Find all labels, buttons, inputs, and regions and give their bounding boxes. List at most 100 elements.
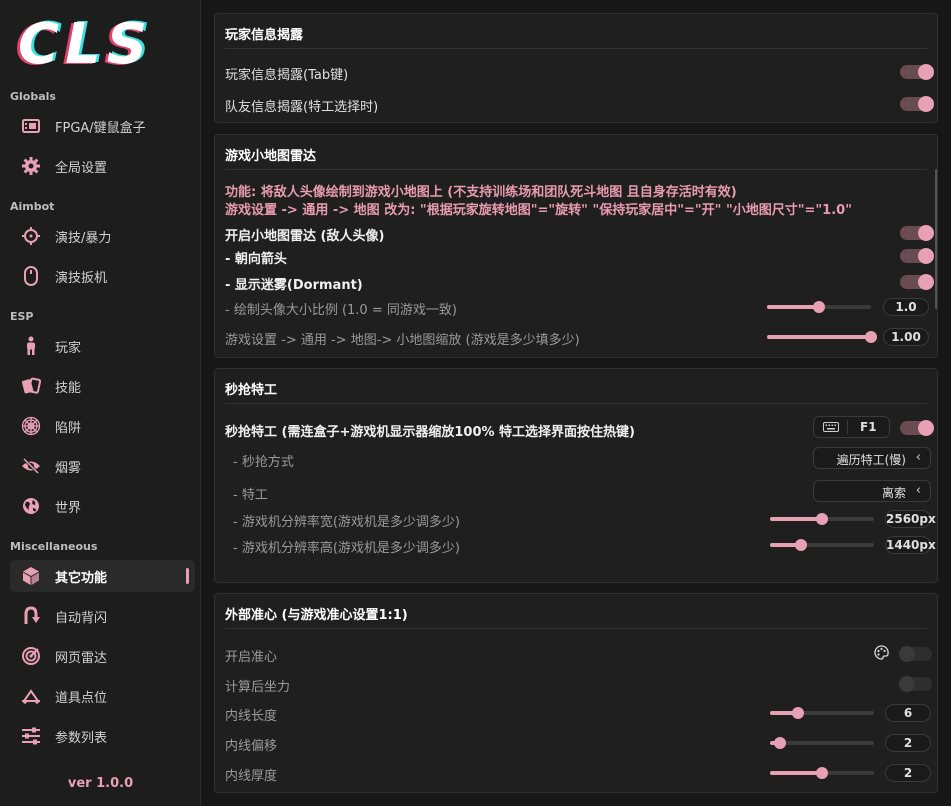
sidebar-item-trigger[interactable]: 演技扳机 [10,260,195,292]
slider-thumb[interactable] [816,513,828,525]
recoil-toggle[interactable] [899,676,932,692]
sidebar-item-global-settings[interactable]: 全局设置 [10,150,195,182]
mouse-icon [20,265,42,287]
inner-length-value[interactable]: 6 [885,704,931,722]
eye-slash-icon [20,455,42,477]
hotkey-label: F1 [860,420,877,434]
teammate-info-toggle[interactable] [900,96,934,112]
setting-label: 开启小地图雷达 (敌人头像) [225,229,385,244]
sidebar-item-world[interactable]: 世界 [10,490,195,522]
sidebar-item-props[interactable]: 道具点位 [10,680,195,712]
sidebar-item-traps[interactable]: 陷阱 [10,410,195,442]
inner-length-slider[interactable] [770,707,874,719]
inner-thickness-value[interactable]: 2 [885,764,931,782]
toggle-knob [918,64,934,80]
minimap-zoom-slider[interactable] [767,331,877,343]
minimap-radar-toggle[interactable] [900,225,934,241]
setting-label: 内线厚度 [225,769,278,784]
sidebar-item-fpga[interactable]: FPGA/键鼠盒子 [10,110,195,142]
resolution-width-slider[interactable] [770,513,874,525]
toggle-knob [918,248,934,264]
sidebar-item-label: 陷阱 [55,420,82,436]
palette-icon[interactable] [874,645,889,663]
resolution-width-value[interactable]: 2560px [885,510,936,528]
setting-label: 游戏设置 -> 通用 -> 地图-> 小地图缩放 (游戏是多少填多少) [225,333,580,348]
sidebar-item-label: 烟雾 [55,460,82,476]
group-label-globals: Globals [10,90,56,103]
sidebar-item-label: 道具点位 [55,690,108,706]
sidebar-item-skills[interactable]: 技能 [10,370,195,402]
active-indicator [186,568,189,584]
sidebar: CLS CLS CLS Globals FPGA/键鼠盒子 全局设置 Aimbo… [0,0,201,806]
slider-fill [770,517,822,521]
avatar-scale-slider[interactable] [767,301,871,313]
avatar-scale-value[interactable]: 1.0 [883,298,929,316]
minimap-zoom-value[interactable]: 1.00 [883,328,929,346]
group-label-esp: ESP [10,310,34,323]
slider-fill [770,771,822,775]
sidebar-item-label: 演技/暴力 [55,230,112,246]
hotkey-button[interactable]: F1 [813,416,890,438]
main-content: 玩家信息揭露 玩家信息揭露(Tab键) 队友信息揭露(特工选择时) 游戏小地图雷… [201,0,951,806]
dropdown-value: 离索 [881,486,906,500]
app-window: CLS CLS CLS Globals FPGA/键鼠盒子 全局设置 Aimbo… [0,0,951,806]
inner-thickness-slider[interactable] [770,767,874,779]
gear-icon [20,155,42,177]
warning-text: 游戏设置 -> 通用 -> 地图 改为: "根据玩家旋转地图"="旋转" "保持… [225,203,852,218]
dormant-toggle[interactable] [900,274,934,290]
gpu-card-icon [20,115,42,137]
setting-label: 内线长度 [225,709,278,724]
cube-icon [20,565,42,587]
panel-scrollbar[interactable] [935,169,937,309]
sidebar-item-label: 玩家 [55,340,82,356]
spiderweb-icon [20,415,42,437]
sidebar-item-label: FPGA/键鼠盒子 [55,120,146,136]
slider-thumb[interactable] [813,301,825,313]
sidebar-item-label: 网页雷达 [55,650,108,666]
group-label-misc: Miscellaneous [10,540,98,553]
panel-title: 玩家信息揭露 [225,28,304,43]
resolution-height-value[interactable]: 1440px [885,536,936,554]
crosshair-toggle[interactable] [899,646,932,662]
setting-label: - 秒抢方式 [233,455,294,470]
sidebar-item-aimbot[interactable]: 演技/暴力 [10,220,195,252]
sidebar-item-misc[interactable]: 其它功能 [10,560,195,592]
setting-label: 内线偏移 [225,739,278,754]
logo-text: CLS [18,12,154,77]
sidebar-item-web-radar[interactable]: 网页雷达 [10,640,195,672]
inner-offset-value[interactable]: 2 [885,734,931,752]
map-point-icon [20,685,42,707]
setting-label: - 游戏机分辨率宽(游戏机是多少调多少) [233,515,460,530]
instalock-method-dropdown[interactable]: 遍历特工(慢) ‹ [813,447,931,469]
chevron-left-icon: ‹ [915,483,921,498]
crosshair-icon [20,225,42,247]
sidebar-item-params[interactable]: 参数列表 [10,720,195,752]
slider-thumb[interactable] [816,767,828,779]
sidebar-item-smoke[interactable]: 烟雾 [10,450,195,482]
setting-label: 玩家信息揭露(Tab键) [225,68,349,83]
warning-text: 功能: 将敌人头像绘制到游戏小地图上 (不支持训练场和团队死斗地图 且自身存活时… [225,185,737,200]
sidebar-item-label: 技能 [55,380,82,396]
slider-thumb[interactable] [774,737,787,749]
panel-title: 秒抢特工 [225,383,278,398]
slider-thumb[interactable] [792,707,805,719]
player-info-toggle[interactable] [900,64,934,80]
agent-dropdown[interactable]: 离索 ‹ [813,480,931,502]
resolution-height-slider[interactable] [770,539,874,551]
setting-label: - 朝向箭头 [225,252,287,267]
slider-thumb[interactable] [865,331,877,343]
sidebar-item-auto-flash[interactable]: 自动背闪 [10,600,195,632]
setting-label: 秒抢特工 (需连盒子+游戏机显示器缩放100% 特工选择界面按住热键) [225,425,635,440]
inner-offset-slider[interactable] [770,737,874,749]
sidebar-item-player[interactable]: 玩家 [10,330,195,362]
sidebar-item-label: 演技扳机 [55,270,108,286]
arrow-toggle[interactable] [900,248,934,264]
toggle-knob [918,225,934,241]
cards-icon [20,375,42,397]
instalock-toggle[interactable] [900,420,934,436]
toggle-knob [918,420,934,436]
panel-player-info: 玩家信息揭露 玩家信息揭露(Tab键) 队友信息揭露(特工选择时) [214,13,938,123]
panel-instalock: 秒抢特工 秒抢特工 (需连盒子+游戏机显示器缩放100% 特工选择界面按住热键)… [214,368,938,583]
toggle-knob [899,646,915,662]
slider-thumb[interactable] [795,539,808,551]
